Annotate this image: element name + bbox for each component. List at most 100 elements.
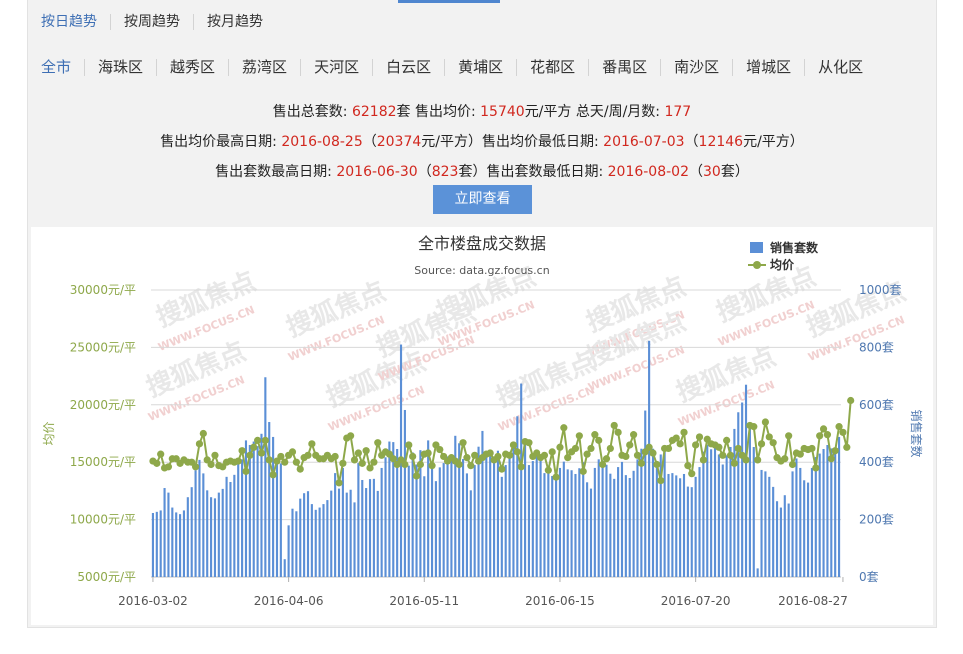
- district-huadu[interactable]: 花都区: [516, 58, 588, 76]
- sales-bar[interactable]: [345, 492, 348, 577]
- sales-bar[interactable]: [182, 510, 186, 577]
- sales-bar[interactable]: [295, 511, 298, 577]
- price-point[interactable]: [606, 444, 614, 453]
- price-point[interactable]: [816, 432, 824, 440]
- price-point[interactable]: [374, 439, 382, 447]
- sales-bar[interactable]: [679, 478, 682, 577]
- price-point[interactable]: [769, 439, 777, 447]
- sales-bar[interactable]: [686, 486, 689, 577]
- price-point[interactable]: [812, 464, 820, 472]
- price-point[interactable]: [164, 463, 173, 471]
- sales-bar[interactable]: [655, 461, 658, 577]
- sales-bar[interactable]: [834, 452, 837, 577]
- price-point[interactable]: [684, 462, 692, 470]
- price-point[interactable]: [424, 449, 432, 457]
- price-point[interactable]: [409, 452, 417, 461]
- sales-bar[interactable]: [667, 473, 670, 577]
- sales-bar[interactable]: [202, 473, 205, 577]
- sales-bar[interactable]: [241, 459, 244, 577]
- sales-bar[interactable]: [570, 470, 573, 577]
- price-point[interactable]: [750, 423, 758, 431]
- price-point[interactable]: [781, 455, 789, 463]
- sales-bar[interactable]: [772, 486, 775, 577]
- sales-bar[interactable]: [706, 444, 709, 577]
- sales-bar[interactable]: [574, 473, 577, 577]
- sales-bar[interactable]: [465, 473, 468, 577]
- price-point[interactable]: [416, 460, 425, 469]
- sales-bar[interactable]: [551, 475, 554, 577]
- price-point[interactable]: [637, 459, 645, 467]
- sales-bar[interactable]: [698, 467, 701, 577]
- price-point[interactable]: [843, 443, 851, 451]
- price-point[interactable]: [153, 459, 161, 467]
- price-point[interactable]: [459, 439, 467, 447]
- price-point[interactable]: [657, 476, 665, 485]
- sales-bar[interactable]: [582, 462, 585, 577]
- price-point[interactable]: [505, 451, 514, 459]
- sales-bar[interactable]: [651, 448, 655, 577]
- sales-bar[interactable]: [217, 492, 220, 577]
- sales-bar[interactable]: [376, 490, 379, 577]
- sales-bar[interactable]: [547, 472, 550, 577]
- sales-bar[interactable]: [423, 476, 426, 577]
- sales-bar[interactable]: [826, 444, 829, 577]
- sales-bar[interactable]: [248, 444, 251, 577]
- price-point[interactable]: [630, 431, 638, 439]
- sales-bar[interactable]: [244, 440, 248, 577]
- sales-bar[interactable]: [229, 482, 232, 577]
- price-point[interactable]: [281, 458, 289, 466]
- price-point[interactable]: [540, 451, 549, 459]
- sales-bar[interactable]: [446, 456, 449, 577]
- price-point[interactable]: [463, 454, 471, 462]
- sales-bar[interactable]: [744, 384, 748, 577]
- sales-bar[interactable]: [609, 473, 612, 577]
- sales-bar[interactable]: [500, 476, 503, 577]
- price-point[interactable]: [308, 440, 316, 448]
- district-liwan[interactable]: 荔湾区: [228, 58, 300, 76]
- sales-bar[interactable]: [787, 503, 790, 577]
- price-point[interactable]: [626, 441, 634, 449]
- sales-bar[interactable]: [803, 480, 806, 577]
- sales-bar[interactable]: [675, 475, 678, 577]
- price-point[interactable]: [827, 455, 835, 463]
- sales-bar[interactable]: [593, 467, 596, 577]
- sales-bar[interactable]: [764, 471, 767, 577]
- price-point[interactable]: [238, 447, 246, 455]
- district-all[interactable]: 全市: [41, 58, 84, 76]
- district-conghua[interactable]: 从化区: [804, 58, 876, 76]
- sales-bar[interactable]: [589, 488, 593, 577]
- price-point[interactable]: [455, 460, 463, 469]
- sales-bar[interactable]: [175, 512, 178, 577]
- sales-bar[interactable]: [291, 508, 294, 577]
- price-point[interactable]: [548, 448, 556, 456]
- price-point[interactable]: [734, 444, 742, 453]
- price-point[interactable]: [719, 451, 727, 459]
- sales-bar[interactable]: [566, 469, 569, 578]
- sales-bar[interactable]: [415, 464, 418, 578]
- price-point[interactable]: [688, 470, 696, 478]
- district-haizhu[interactable]: 海珠区: [84, 58, 156, 76]
- sales-bar[interactable]: [779, 507, 782, 577]
- sales-bar[interactable]: [783, 495, 786, 577]
- sales-bar[interactable]: [531, 461, 534, 577]
- price-point[interactable]: [436, 445, 444, 454]
- price-point[interactable]: [494, 452, 502, 461]
- sales-bar[interactable]: [717, 454, 720, 577]
- price-point[interactable]: [157, 450, 165, 458]
- sales-bar[interactable]: [326, 500, 329, 577]
- price-point[interactable]: [292, 458, 300, 466]
- sales-bar[interactable]: [272, 436, 275, 577]
- sales-bar[interactable]: [186, 497, 189, 577]
- price-point[interactable]: [296, 465, 304, 473]
- price-point[interactable]: [350, 456, 359, 464]
- price-point[interactable]: [509, 441, 518, 449]
- sales-bar[interactable]: [504, 465, 507, 577]
- sales-bar[interactable]: [733, 428, 736, 577]
- price-point[interactable]: [614, 428, 622, 436]
- sales-bar[interactable]: [299, 498, 302, 577]
- legend-line-label[interactable]: 均价: [770, 257, 795, 272]
- sales-bar[interactable]: [411, 452, 414, 577]
- sales-bar[interactable]: [163, 488, 166, 577]
- sales-bar[interactable]: [357, 463, 360, 577]
- price-point[interactable]: [211, 451, 219, 459]
